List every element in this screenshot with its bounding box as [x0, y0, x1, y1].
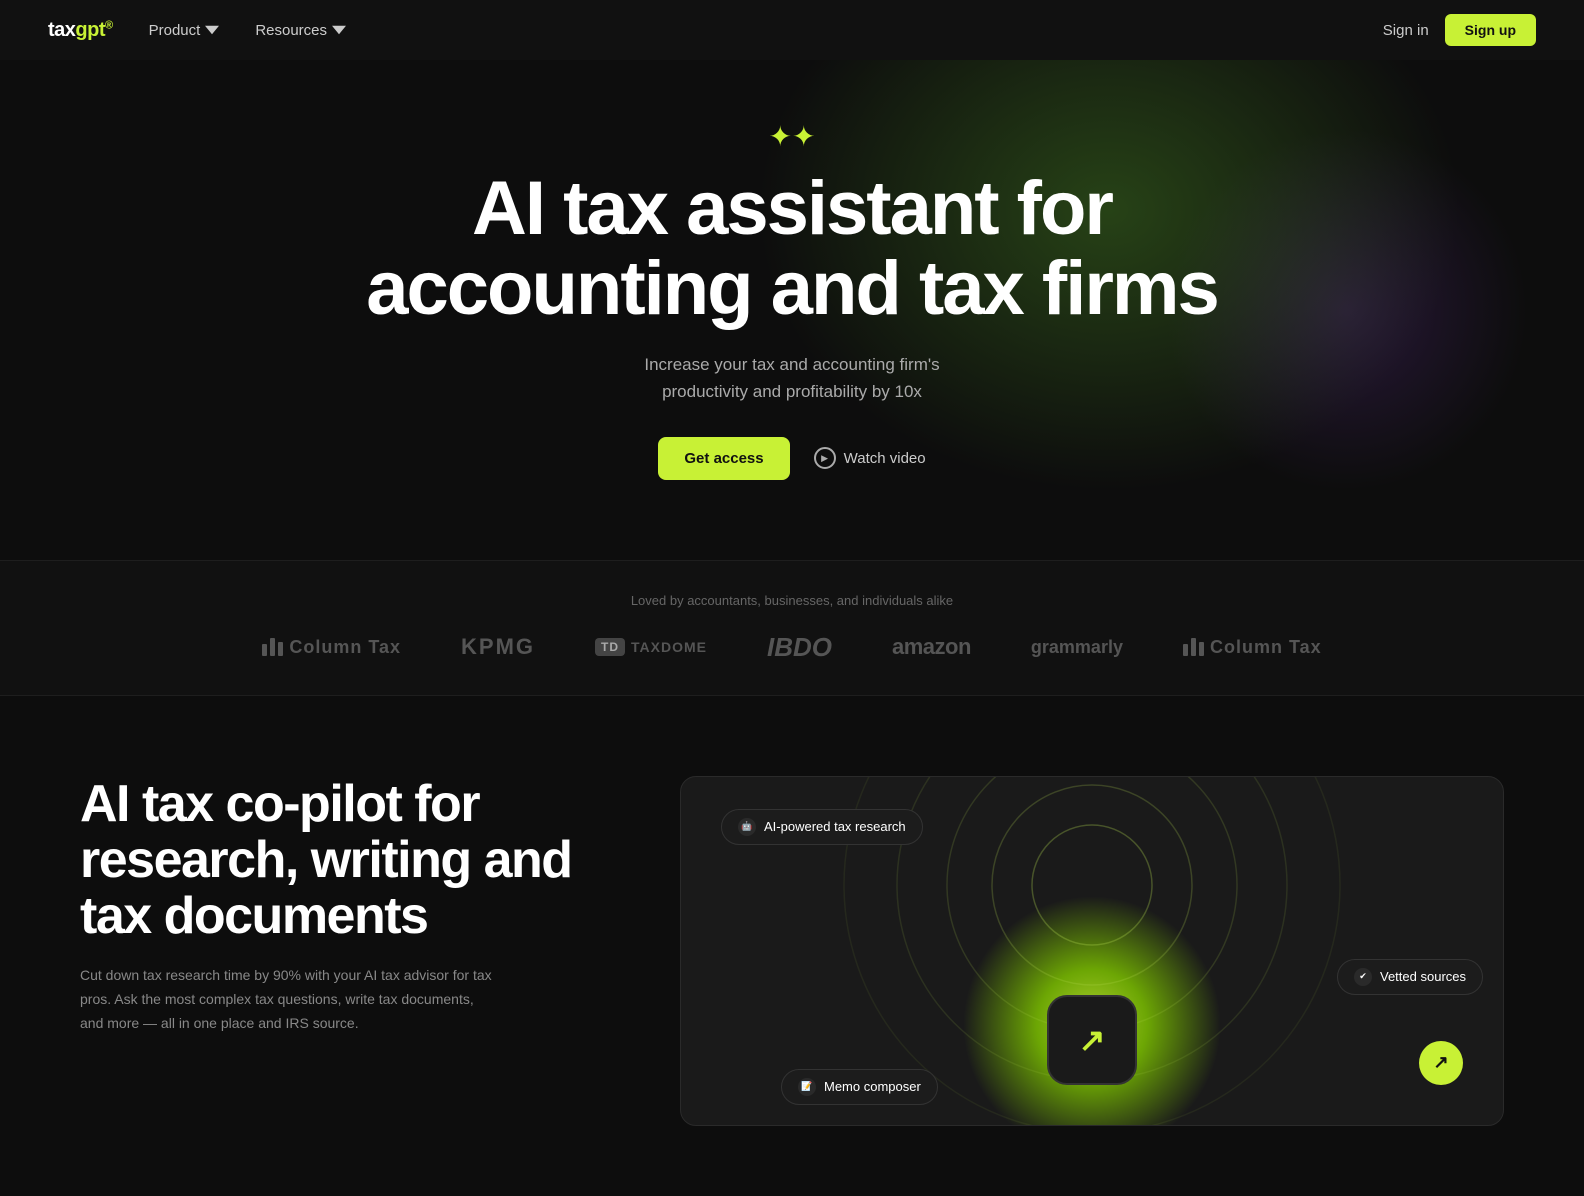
- ai-icon: 🤖: [738, 818, 756, 836]
- hero-title: AI tax assistant for accounting and tax …: [366, 169, 1218, 329]
- sparkle-icon: ✦✦: [769, 120, 816, 153]
- badge-memo-composer: 📝 Memo composer: [781, 1069, 938, 1105]
- logos-row: Column Tax KPMG TD TAXDOME IBDO amazon g…: [0, 632, 1584, 663]
- watch-video-link[interactable]: ▶ Watch video: [814, 447, 926, 469]
- arrow-button[interactable]: ↗: [1419, 1041, 1463, 1085]
- hero-actions: Get access ▶ Watch video: [658, 437, 925, 480]
- nav-resources-label: Resources: [255, 22, 327, 39]
- nav-right: Sign in Sign up: [1383, 14, 1536, 46]
- logo[interactable]: taxgpt®: [48, 19, 113, 42]
- visual-card: ↗ 🤖 AI-powered tax research ✔ Vetted sou…: [680, 776, 1504, 1126]
- feature-visual: ↗ 🤖 AI-powered tax research ✔ Vetted sou…: [680, 776, 1504, 1136]
- nav-product-label: Product: [149, 22, 201, 39]
- badge-memo-label: Memo composer: [824, 1079, 921, 1094]
- logo-ibdo: IBDO: [767, 632, 832, 663]
- hero-subtitle: Increase your tax and accounting firm'sp…: [644, 351, 939, 405]
- vetted-icon: ✔: [1354, 968, 1372, 986]
- logo-grammarly: grammarly: [1031, 637, 1123, 658]
- sign-up-button[interactable]: Sign up: [1445, 14, 1536, 46]
- badge-vetted-sources: ✔ Vetted sources: [1337, 959, 1483, 995]
- hero-section: ✦✦ AI tax assistant for accounting and t…: [0, 60, 1584, 560]
- badge-ai-label: AI-powered tax research: [764, 819, 906, 834]
- sign-in-link[interactable]: Sign in: [1383, 22, 1429, 39]
- get-access-button[interactable]: Get access: [658, 437, 789, 480]
- logos-label: Loved by accountants, businesses, and in…: [0, 593, 1584, 608]
- feature-title: AI tax co-pilot forresearch, writing and…: [80, 776, 600, 944]
- memo-icon: 📝: [798, 1078, 816, 1096]
- logo-column-tax-2: Column Tax: [1183, 637, 1322, 658]
- column-tax-bars-icon: [262, 638, 283, 656]
- logo-taxdome: TD TAXDOME: [595, 638, 707, 656]
- logo-amazon: amazon: [892, 634, 971, 660]
- play-icon: ▶: [814, 447, 836, 469]
- feature-text: AI tax co-pilot forresearch, writing and…: [80, 776, 600, 1036]
- watch-video-label: Watch video: [844, 450, 926, 467]
- nav-resources[interactable]: Resources: [255, 22, 346, 39]
- nav-left: taxgpt® Product Resources: [48, 19, 346, 42]
- logo-column-tax-1: Column Tax: [262, 637, 401, 658]
- badge-vetted-label: Vetted sources: [1380, 969, 1466, 984]
- logo-kpmg: KPMG: [461, 634, 535, 660]
- center-logo-icon: ↗: [1047, 995, 1137, 1085]
- feature-section: AI tax co-pilot forresearch, writing and…: [0, 696, 1584, 1196]
- nav-product[interactable]: Product: [149, 22, 220, 39]
- feature-desc: Cut down tax research time by 90% with y…: [80, 964, 500, 1035]
- navbar: taxgpt® Product Resources Sign in Sign u…: [0, 0, 1584, 60]
- chevron-down-icon: [205, 23, 219, 37]
- chevron-down-icon: [332, 23, 346, 37]
- column-tax-bars-icon-2: [1183, 638, 1204, 656]
- badge-ai-research: 🤖 AI-powered tax research: [721, 809, 923, 845]
- logos-band: Loved by accountants, businesses, and in…: [0, 560, 1584, 696]
